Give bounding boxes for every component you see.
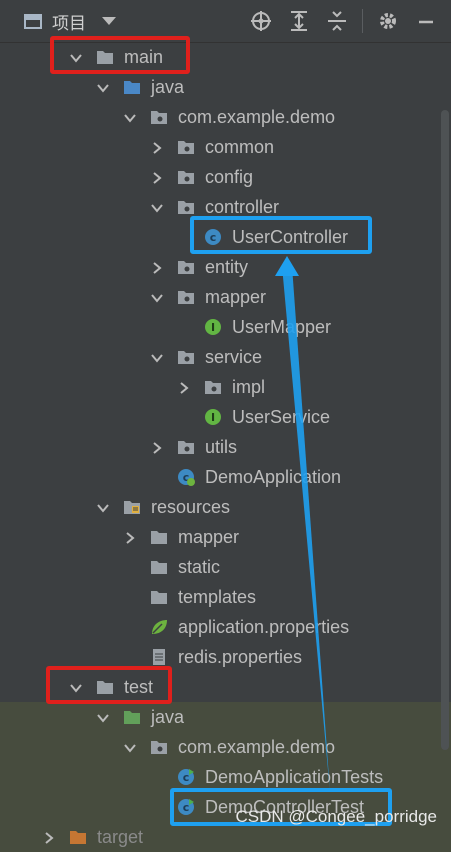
folder-blue-icon [123, 78, 141, 96]
tree-item-label: controller [205, 197, 280, 217]
chevron-down-icon[interactable] [151, 291, 163, 303]
chevron-down-icon[interactable] [97, 81, 109, 93]
chevron-right-icon[interactable] [178, 381, 190, 394]
crosshair-icon[interactable] [248, 8, 274, 34]
tree-item-label: UserService [232, 407, 331, 427]
folder-grey-icon [150, 588, 168, 606]
chevron-down-icon[interactable] [124, 741, 136, 753]
folder-resources-icon [123, 498, 141, 516]
tree-row[interactable]: config [0, 162, 451, 192]
package-icon [177, 348, 195, 366]
tree-row[interactable]: c DemoApplication [0, 462, 451, 492]
tree-row[interactable]: java [0, 702, 451, 732]
test-class-icon: c [177, 768, 195, 786]
tree-item-label: config [205, 167, 254, 187]
tree-row[interactable]: mapper [0, 522, 451, 552]
tree-item-label: UserMapper [232, 317, 332, 337]
tree-item-label: mapper [205, 287, 267, 307]
tree-item-label: service [205, 347, 263, 367]
highlight-usercontroller-box [190, 216, 372, 254]
toolbar-separator [362, 9, 363, 33]
folder-grey-icon [150, 528, 168, 546]
tree-row[interactable]: com.example.demo [0, 102, 451, 132]
gear-icon[interactable] [375, 8, 401, 34]
tree-row[interactable]: static [0, 552, 451, 582]
project-view-selector[interactable]: 项目 [24, 8, 116, 34]
tree-row[interactable]: mapper [0, 282, 451, 312]
highlight-test-box [46, 666, 172, 704]
chevron-down-icon[interactable] [151, 351, 163, 363]
tree-item-label: templates [178, 587, 257, 607]
spring-leaf-icon [150, 618, 168, 636]
tree-item-label: static [178, 557, 221, 577]
tree-row[interactable]: common [0, 132, 451, 162]
tree-item-label: utils [205, 437, 238, 457]
package-icon [177, 288, 195, 306]
package-icon [150, 108, 168, 126]
project-window-icon [24, 13, 42, 29]
tree-item-label: redis.properties [178, 647, 303, 667]
package-icon [204, 378, 222, 396]
hide-icon[interactable] [413, 8, 439, 34]
folder-orange-icon [69, 828, 87, 846]
tree-item-label: impl [232, 377, 266, 397]
tree-item-label: common [205, 137, 275, 157]
watermark: CSDN @Congee_porridge [235, 807, 437, 826]
project-tree: main java com.example.demo common config cont… [0, 42, 451, 852]
package-icon [177, 198, 195, 216]
expand-all-icon[interactable] [286, 8, 312, 34]
folder-grey-icon [150, 558, 168, 576]
chevron-right-icon[interactable] [151, 261, 163, 274]
chevron-right-icon[interactable] [151, 171, 163, 184]
tree-item-label: java [151, 707, 185, 727]
tree-row[interactable]: service [0, 342, 451, 372]
highlight-main-box [50, 36, 190, 74]
chevron-down-icon[interactable] [151, 201, 163, 213]
package-icon [177, 438, 195, 456]
project-title: 项目 [52, 13, 86, 33]
interface-icon: I [204, 318, 222, 336]
tree-row[interactable]: entity [0, 252, 451, 282]
svg-text:I: I [211, 321, 215, 334]
tree-item-label: java [151, 77, 185, 97]
tree-item-label: com.example.demo [178, 737, 336, 757]
collapse-all-icon[interactable] [324, 8, 350, 34]
tree-scrollbar[interactable] [441, 110, 449, 750]
tree-item-label: mapper [178, 527, 240, 547]
chevron-down-icon[interactable] [97, 501, 109, 513]
tree-row[interactable]: resources [0, 492, 451, 522]
svg-text:c: c [183, 771, 190, 784]
tree-item-label: application.properties [178, 617, 350, 637]
chevron-right-icon[interactable] [151, 141, 163, 154]
tree-item-label: target [97, 827, 144, 847]
tree-row[interactable]: com.example.demo [0, 732, 451, 762]
tree-row[interactable]: application.properties [0, 612, 451, 642]
tree-row[interactable]: java [0, 72, 451, 102]
package-icon [150, 738, 168, 756]
properties-file-icon [150, 648, 168, 666]
chevron-right-icon[interactable] [124, 531, 136, 544]
tree-row[interactable]: impl [0, 372, 451, 402]
package-icon [177, 168, 195, 186]
tree-item-label: DemoApplication [205, 467, 342, 487]
chevron-down-icon[interactable] [124, 111, 136, 123]
spring-class-icon: c [177, 468, 195, 486]
tree-item-label: DemoApplicationTests [205, 767, 384, 787]
tree-row[interactable]: I UserService [0, 402, 451, 432]
dropdown-arrow-icon[interactable] [102, 17, 116, 25]
svg-text:I: I [211, 411, 215, 424]
chevron-right-icon[interactable] [43, 831, 55, 844]
interface-icon: I [204, 408, 222, 426]
tree-item-label: com.example.demo [178, 107, 336, 127]
package-icon [177, 138, 195, 156]
tree-row[interactable]: I UserMapper [0, 312, 451, 342]
tree-item-label: entity [205, 257, 249, 277]
folder-green-icon [123, 708, 141, 726]
chevron-right-icon[interactable] [151, 441, 163, 454]
tree-row[interactable]: templates [0, 582, 451, 612]
chevron-down-icon[interactable] [97, 711, 109, 723]
tree-item-label: resources [151, 497, 231, 517]
package-icon [177, 258, 195, 276]
tree-row[interactable]: utils [0, 432, 451, 462]
